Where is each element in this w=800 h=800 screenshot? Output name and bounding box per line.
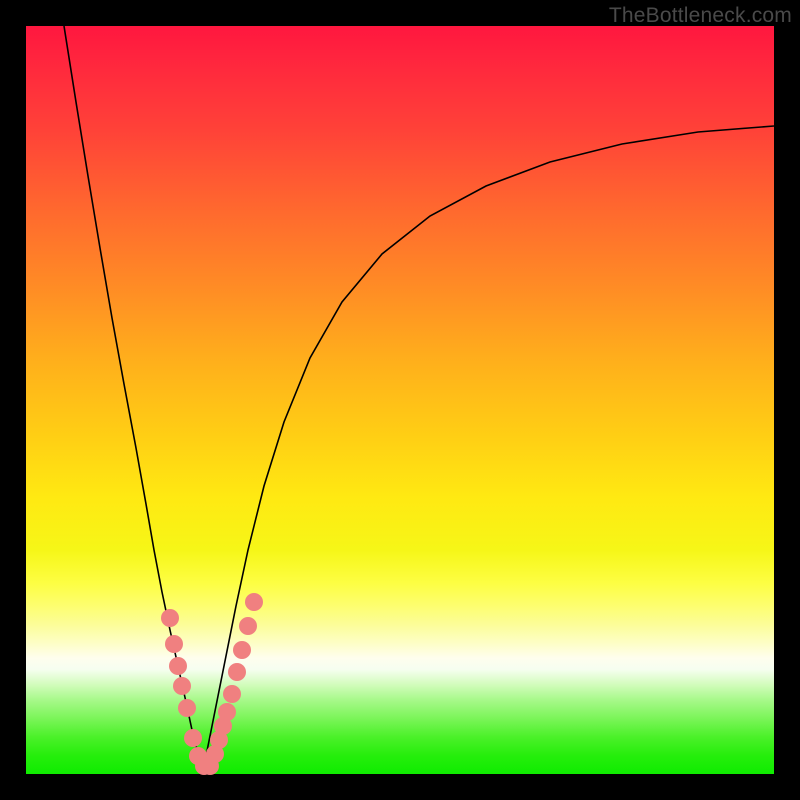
highlight-dot <box>233 641 251 659</box>
watermark-text: TheBottleneck.com <box>609 4 792 28</box>
highlight-dot <box>161 609 179 627</box>
highlight-dot <box>178 699 196 717</box>
highlight-dot <box>223 685 241 703</box>
curve-right-ascent <box>204 126 774 766</box>
highlight-dot <box>245 593 263 611</box>
highlight-dot <box>165 635 183 653</box>
highlight-dot <box>228 663 246 681</box>
curve-left-descent <box>64 26 204 766</box>
highlight-dot <box>173 677 191 695</box>
highlight-dot <box>184 729 202 747</box>
highlight-dot <box>218 703 236 721</box>
highlight-dot <box>239 617 257 635</box>
chart-svg <box>26 26 774 774</box>
highlight-dot <box>169 657 187 675</box>
highlight-dots <box>161 593 263 775</box>
